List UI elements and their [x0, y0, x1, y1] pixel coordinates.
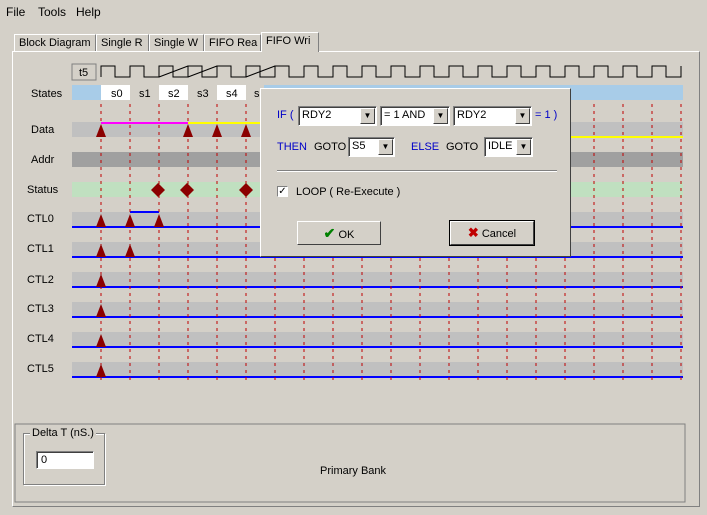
goto-label: GOTO: [446, 141, 479, 153]
state-s2: s2: [168, 88, 180, 100]
state-s0: s0: [111, 88, 123, 100]
operator-select[interactable]: = 1 AND ▼: [380, 106, 450, 126]
chevron-down-icon[interactable]: ▼: [516, 139, 531, 155]
row-label-states: States: [31, 88, 63, 100]
then-target-select[interactable]: S5 ▼: [348, 137, 395, 157]
condition2-select[interactable]: RDY2 ▼: [453, 106, 532, 126]
t5-button[interactable]: t5: [71, 63, 97, 81]
else-label: ELSE: [411, 141, 440, 153]
state-s3: s3: [197, 88, 209, 100]
row-label-ctl5: CTL5: [27, 363, 54, 375]
condition-dialog: IF ( RDY2 ▼ = 1 AND ▼ RDY2 ▼ = 1 ) THEN …: [260, 88, 571, 257]
equals-suffix: = 1 ): [535, 109, 558, 121]
tab-fifo-write[interactable]: FIFO Wri: [261, 32, 319, 52]
chevron-down-icon[interactable]: ▼: [360, 108, 375, 124]
row-label-ctl1: CTL1: [27, 243, 54, 255]
timing-diagram: t5 States Data Addr Status CTL0 CTL1 CTL…: [14, 63, 686, 503]
ok-label: OK: [338, 229, 355, 241]
row-label-ctl0: CTL0: [27, 213, 54, 225]
then-label: THEN: [277, 141, 307, 153]
row-label-addr: Addr: [31, 154, 55, 166]
row-label-status: Status: [27, 184, 59, 196]
chevron-down-icon[interactable]: ▼: [378, 139, 393, 155]
if-label: IF (: [277, 109, 294, 121]
row-label-ctl2: CTL2: [27, 274, 54, 286]
check-icon: ✔: [323, 225, 336, 241]
primary-bank-label: Primary Bank: [320, 465, 387, 477]
cancel-label: Cancel: [481, 228, 517, 240]
state-s4: s4: [226, 88, 238, 100]
row-label-ctl4: CTL4: [27, 333, 54, 345]
delta-t-input[interactable]: 0: [36, 451, 94, 469]
chevron-down-icon[interactable]: ▼: [433, 108, 448, 124]
goto-label: GOTO: [314, 141, 347, 153]
then-target-value: S5: [352, 140, 366, 152]
loop-label: LOOP ( Re-Execute ): [296, 186, 401, 198]
divider: [277, 170, 557, 172]
condition2-value: RDY2: [457, 109, 487, 121]
t5-label: t5: [79, 67, 88, 79]
condition1-value: RDY2: [302, 109, 332, 121]
else-target-select[interactable]: IDLE ▼: [484, 137, 533, 157]
delta-t-legend: Delta T (nS.): [30, 427, 96, 439]
else-target-value: IDLE: [488, 140, 513, 152]
chevron-down-icon[interactable]: ▼: [515, 108, 530, 124]
row-label-ctl3: CTL3: [27, 303, 54, 315]
operator-value: = 1 AND: [384, 109, 426, 121]
loop-checkbox[interactable]: ✓: [277, 186, 288, 197]
close-icon: ✖: [467, 225, 479, 240]
clock-waveform: [100, 65, 682, 78]
delta-t-group: Delta T (nS.) 0: [23, 427, 105, 485]
bottom-group-frame: [14, 423, 686, 503]
condition1-select[interactable]: RDY2 ▼: [298, 106, 377, 126]
ok-button[interactable]: ✔ OK: [297, 221, 381, 245]
cancel-button[interactable]: ✖ Cancel: [449, 220, 535, 246]
state-s1: s1: [139, 88, 151, 100]
row-label-data: Data: [31, 124, 55, 136]
